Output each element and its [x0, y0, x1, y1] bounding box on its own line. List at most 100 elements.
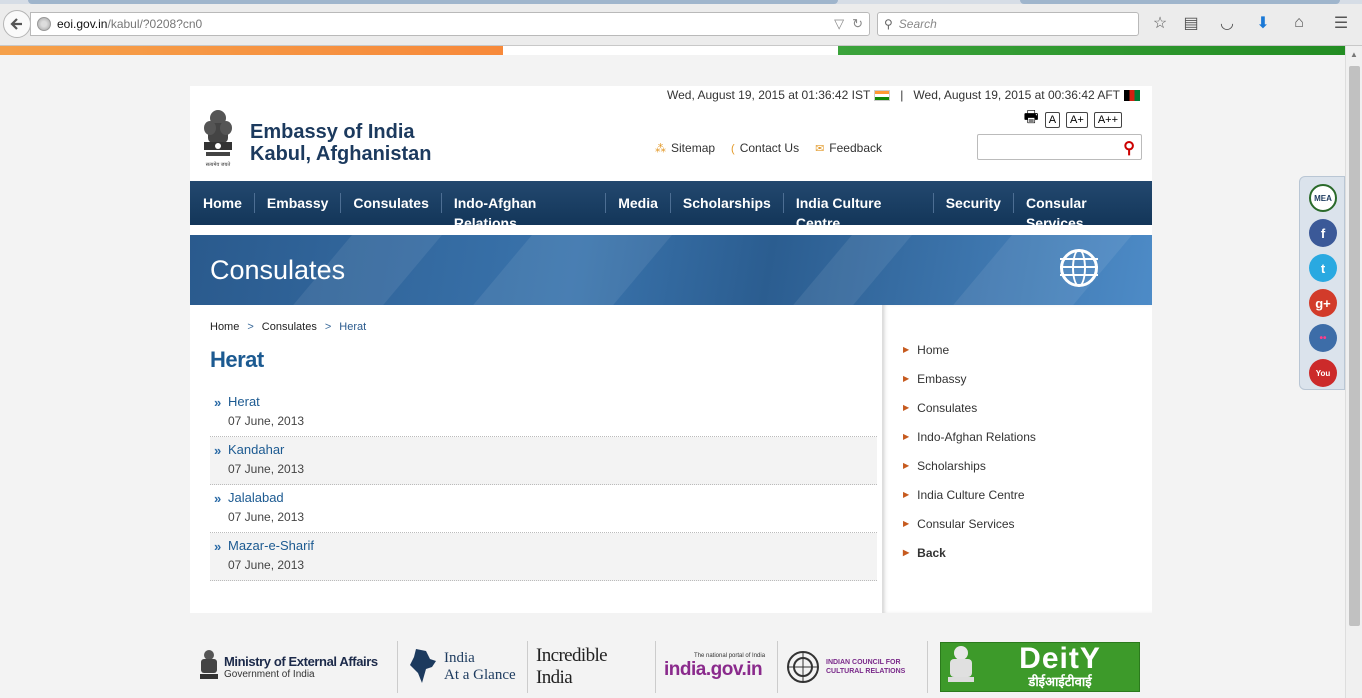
page-scrollbar[interactable]: ▲	[1345, 46, 1362, 698]
sidebar-item-home[interactable]: ▶ Home	[903, 335, 1152, 364]
india-flag-icon	[874, 89, 891, 101]
reload-icon[interactable]: ↻	[852, 16, 863, 32]
sidebar-item-consular-services[interactable]: ▶ Consular Services	[903, 509, 1152, 538]
incredible-text: Incredible India	[536, 645, 608, 688]
site-title-line1: Embassy of India	[250, 121, 415, 143]
contact-link[interactable]: (Contact Us	[731, 141, 799, 155]
site-title-line2: Kabul, Afghanistan	[250, 143, 432, 165]
pocket-icon[interactable]: ◡	[1217, 13, 1237, 33]
mea-line1: Ministry of External Affairs	[224, 654, 378, 669]
iccr-emblem-icon	[787, 651, 819, 683]
glance-line1: India	[444, 650, 475, 666]
iccr-logo[interactable]: INDIAN COUNCIL FOR CULTURAL RELATIONS	[778, 641, 928, 693]
consulate-link[interactable]: Jalalabad	[228, 485, 877, 505]
nav-item-scholarships[interactable]: Scholarships	[671, 193, 784, 213]
sidebar-item-india-culture-centre[interactable]: ▶ India Culture Centre	[903, 480, 1152, 509]
site-header: सत्यमेव जयते Embassy of India Kabul, Afg…	[190, 86, 1152, 181]
list-item: » Jalalabad 07 June, 2013	[210, 485, 877, 533]
sitemap-icon: ⁂	[655, 143, 667, 155]
deity-logo[interactable]: DeitY डीईआईटीवाई	[928, 641, 1148, 693]
main-content: Home > Consulates > Herat Herat » Herat 07…	[190, 305, 883, 613]
search-icon: ⚲	[884, 17, 893, 31]
phone-icon: (	[731, 143, 735, 155]
search-placeholder: Search	[898, 17, 937, 31]
flickr-icon[interactable]: ••	[1309, 324, 1337, 352]
menu-icon[interactable]: ☰	[1331, 13, 1351, 33]
consulate-link[interactable]: Mazar-e-Sharif	[228, 533, 877, 553]
site-search-input[interactable]: ⚲	[977, 134, 1142, 160]
nav-item-consular-services[interactable]: Consular Services	[1014, 193, 1152, 231]
sidebar-item-consulates[interactable]: ▶ Consulates	[903, 393, 1152, 422]
sidebar-item-scholarships[interactable]: ▶ Scholarships	[903, 451, 1152, 480]
download-icon[interactable]: ⬇	[1253, 13, 1273, 33]
sidebar-item-indo-afghan-relations[interactable]: ▶ Indo-Afghan Relations	[903, 422, 1152, 451]
time-afghanistan: Wed, August 19, 2015 at 00:36:42 AFT	[913, 88, 1120, 102]
back-button[interactable]	[3, 10, 31, 38]
nav-item-consulates[interactable]: Consulates	[341, 193, 442, 213]
print-icon[interactable]: 🖶	[1024, 106, 1039, 133]
search-icon[interactable]: ⚲	[1123, 138, 1135, 158]
nav-item-india-culture-centre[interactable]: India Culture Centre	[784, 193, 934, 231]
deity-line1: DeitY	[1019, 642, 1101, 675]
mea-social-icon[interactable]: MEA	[1309, 184, 1337, 212]
chevron-right-icon: »	[214, 491, 222, 506]
breadcrumb-section[interactable]: Consulates	[262, 321, 317, 333]
time-separator: |	[900, 88, 904, 102]
india-gov-logo[interactable]: The national portal of India india.gov.i…	[656, 641, 778, 693]
arrow-right-icon: ▶	[903, 403, 910, 412]
sitemap-link[interactable]: ⁂ Sitemap	[655, 141, 715, 155]
incredible-india-logo[interactable]: Incredible India	[528, 641, 656, 693]
breadcrumb-sep: >	[247, 321, 254, 333]
arrow-right-icon: ▶	[903, 345, 910, 354]
browser-toolbar: eoi.gov.in/kabul/?0208?cn0 ▽ ↻ ⚲ Search …	[0, 0, 1362, 46]
portal-text: india.gov.in	[664, 659, 763, 680]
glance-line2: At a Glance	[444, 667, 516, 683]
nav-item-media[interactable]: Media	[606, 193, 671, 213]
sidebar-item-back[interactable]: ▶ Back	[903, 538, 1152, 567]
nav-item-security[interactable]: Security	[934, 193, 1014, 213]
arrow-right-icon: ▶	[903, 461, 910, 470]
nav-item-indo-afghan-relations[interactable]: Indo-Afghan Relations	[442, 193, 607, 231]
consulate-link[interactable]: Kandahar	[228, 437, 877, 457]
home-icon[interactable]: ⌂	[1289, 13, 1309, 33]
url-bar[interactable]: eoi.gov.in/kabul/?0208?cn0 ▽ ↻	[30, 12, 870, 36]
partner-logos: Ministry of External Affairs Government …	[190, 636, 1152, 698]
font-small-button[interactable]: A	[1044, 111, 1061, 128]
list-item: » Kandahar 07 June, 2013	[210, 437, 877, 485]
utility-links: ⁂ Sitemap (Contact Us ✉ Feedback	[655, 141, 882, 155]
breadcrumb-home[interactable]: Home	[210, 321, 239, 333]
back-arrow-icon	[10, 18, 22, 30]
site-title: Embassy of India Kabul, Afghanistan	[250, 121, 431, 165]
chevron-right-icon: »	[214, 539, 222, 554]
globe-icon	[1060, 249, 1098, 287]
arrow-right-icon: ▶	[903, 548, 910, 557]
nav-item-embassy[interactable]: Embassy	[255, 193, 342, 213]
font-large-button[interactable]: A+	[1066, 111, 1088, 128]
emblem-small-icon	[200, 650, 218, 679]
india-at-a-glance-logo[interactable]: India At a Glance	[398, 641, 528, 693]
bookmark-star-icon[interactable]: ☆	[1150, 13, 1170, 33]
dropdown-icon[interactable]: ▽	[834, 16, 844, 32]
envelope-icon: ✉	[815, 143, 825, 155]
font-xlarge-button[interactable]: A++	[1093, 111, 1122, 128]
feedback-link[interactable]: ✉ Feedback	[815, 141, 882, 155]
item-date: 07 June, 2013	[228, 558, 305, 572]
breadcrumb: Home > Consulates > Herat	[210, 321, 877, 333]
national-emblem-icon: सत्यमेव जयते	[204, 110, 232, 168]
browser-search-input[interactable]: ⚲ Search	[877, 12, 1139, 36]
consulate-link[interactable]: Herat	[228, 389, 877, 409]
facebook-icon[interactable]: f	[1309, 219, 1337, 247]
main-nav: Home Embassy Consulates Indo-Afghan Relatio…	[190, 181, 1152, 231]
google-plus-icon[interactable]: g+	[1309, 289, 1337, 317]
svg-text:सत्यमेव जयते: सत्यमेव जयते	[206, 161, 231, 168]
mea-logo[interactable]: Ministry of External Affairs Government …	[190, 641, 398, 693]
social-sidebar: MEA f t g+ •• You	[1299, 176, 1345, 390]
datetime-bar: Wed, August 19, 2015 at 01:36:42 IST | W…	[667, 88, 1140, 102]
sidebar-item-embassy[interactable]: ▶ Embassy	[903, 364, 1152, 393]
youtube-icon[interactable]: You	[1309, 359, 1337, 387]
nav-item-home[interactable]: Home	[191, 193, 255, 213]
arrow-right-icon: ▶	[903, 432, 910, 441]
item-date: 07 June, 2013	[228, 510, 305, 524]
reading-list-icon[interactable]: ▤	[1181, 13, 1201, 33]
twitter-icon[interactable]: t	[1309, 254, 1337, 282]
